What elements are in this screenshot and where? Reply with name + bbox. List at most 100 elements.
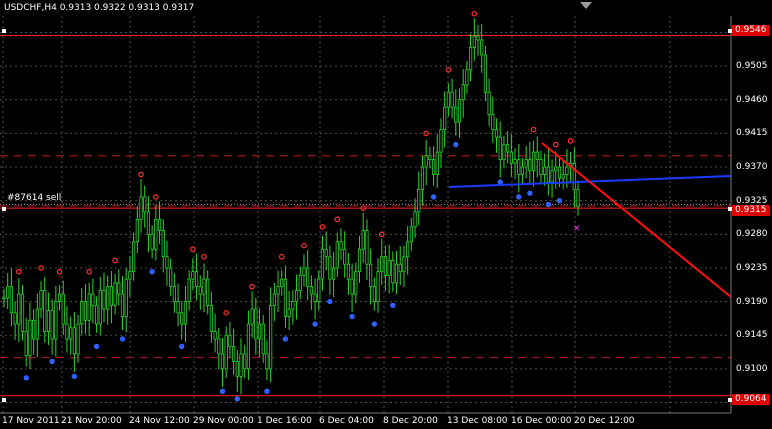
- chart-shift-marker-icon[interactable]: [580, 2, 592, 9]
- candle-body: [561, 174, 565, 179]
- fractal-down-marker: [234, 396, 241, 402]
- candle-body: [550, 170, 554, 183]
- candle-body: [120, 293, 125, 317]
- fractal-down-marker: [149, 268, 155, 275]
- candle-body: [217, 338, 221, 355]
- price-label-bottom: 0.9064: [732, 394, 770, 405]
- fractal-down-marker: [430, 194, 437, 200]
- candle-body: [309, 286, 313, 295]
- candle-body: [135, 218, 139, 243]
- red-trendline[interactable]: [541, 142, 732, 298]
- candle-body: [150, 233, 154, 250]
- candle-body: [176, 301, 180, 314]
- candle-body: [357, 248, 362, 273]
- candle-body: [476, 35, 480, 41]
- candle-body: [180, 312, 184, 325]
- chart-grid: [0, 16, 731, 413]
- price-tick-label: 0.9460: [736, 94, 768, 105]
- price-chart[interactable]: ✕: [0, 0, 772, 429]
- candle-body: [9, 286, 14, 314]
- fractal-down-marker: [282, 336, 289, 342]
- candle-body: [528, 159, 532, 172]
- candle-body: [243, 353, 247, 370]
- candle-body: [191, 271, 195, 280]
- candle-body: [465, 69, 469, 86]
- candle-body: [213, 331, 217, 340]
- price-tick-label: 0.9505: [736, 61, 768, 72]
- fractal-up-marker: [86, 268, 92, 275]
- candle-body: [61, 293, 65, 325]
- chart-window[interactable]: ✕ USDCHF,H4 0.9313 0.9322 0.9313 0.9317 …: [0, 0, 772, 429]
- time-tick-label: 17 Nov 2011: [2, 416, 60, 426]
- fractal-down-marker: [119, 336, 126, 342]
- candle-body: [17, 293, 21, 325]
- candle-body: [394, 263, 399, 284]
- candle-body: [328, 256, 332, 280]
- candle-body: [228, 334, 232, 347]
- fractal-up-marker: [16, 268, 22, 275]
- candle-body: [272, 293, 276, 306]
- candle-body: [320, 248, 325, 280]
- candle-body: [413, 211, 417, 228]
- candle-body: [491, 114, 495, 131]
- fractal-down-marker: [71, 373, 78, 380]
- fractal-down-marker: [556, 197, 563, 204]
- candle-body: [20, 293, 25, 332]
- order-marker[interactable]: ✕: [573, 224, 581, 234]
- price-tick-label: 0.9370: [736, 162, 768, 173]
- candle-body: [539, 159, 543, 175]
- price-label-current: 0.9315: [732, 205, 770, 216]
- price-tick-label: 0.9235: [736, 262, 768, 273]
- time-tick-label: 21 Nov 20:00: [61, 416, 122, 426]
- candle-body: [157, 218, 162, 231]
- candle-body: [565, 166, 569, 175]
- candle-body: [513, 159, 517, 164]
- candle-body: [469, 47, 473, 71]
- fractal-up-marker: [278, 253, 285, 260]
- level-handle-left-mid[interactable]: [2, 207, 6, 211]
- candle-body: [94, 304, 99, 325]
- candle-body: [331, 267, 336, 280]
- candle-body: [302, 267, 306, 276]
- candle-body: [339, 241, 343, 250]
- fractal-up-marker: [301, 242, 307, 249]
- fractal-down-marker: [390, 302, 396, 309]
- candle-body: [32, 319, 36, 340]
- candle-body: [169, 267, 173, 288]
- candle-body: [428, 155, 432, 160]
- candle-body: [2, 297, 6, 300]
- candle-body: [98, 289, 102, 325]
- candle-body: [46, 310, 51, 332]
- candle-body: [524, 159, 528, 168]
- price-tick-label: 0.9415: [736, 128, 768, 139]
- candle-body: [72, 327, 76, 355]
- candle-body: [391, 260, 395, 284]
- fractal-down-marker: [349, 313, 355, 320]
- candle-body: [483, 54, 488, 93]
- candle-body: [450, 91, 454, 108]
- candle-body: [91, 293, 95, 306]
- candle-body: [291, 301, 295, 310]
- order-label: #87614 sell: [7, 193, 62, 203]
- candle-body: [350, 278, 354, 295]
- level-handle-left-top[interactable]: [2, 29, 6, 33]
- candle-body: [13, 312, 17, 325]
- candle-body: [261, 323, 265, 355]
- candle-body: [239, 353, 243, 377]
- candle-body: [402, 256, 406, 273]
- price-label-top: 0.9546: [732, 25, 770, 36]
- fractal-up-marker: [567, 138, 574, 144]
- horizontal-levels[interactable]: [0, 34, 731, 397]
- candle-body: [494, 129, 499, 138]
- level-handle-left-bottom[interactable]: [2, 398, 6, 402]
- candle-body: [183, 301, 188, 325]
- candle-body: [376, 271, 380, 303]
- fractal-down-marker: [264, 388, 270, 395]
- candle-body: [572, 162, 576, 190]
- time-tick-label: 20 Dec 12:00: [574, 416, 635, 426]
- candle-body: [257, 323, 262, 340]
- candle-body: [113, 282, 117, 306]
- time-tick-label: 8 Dec 20:00: [383, 416, 438, 426]
- candle-body: [480, 39, 484, 56]
- fractal-up-marker: [319, 224, 326, 230]
